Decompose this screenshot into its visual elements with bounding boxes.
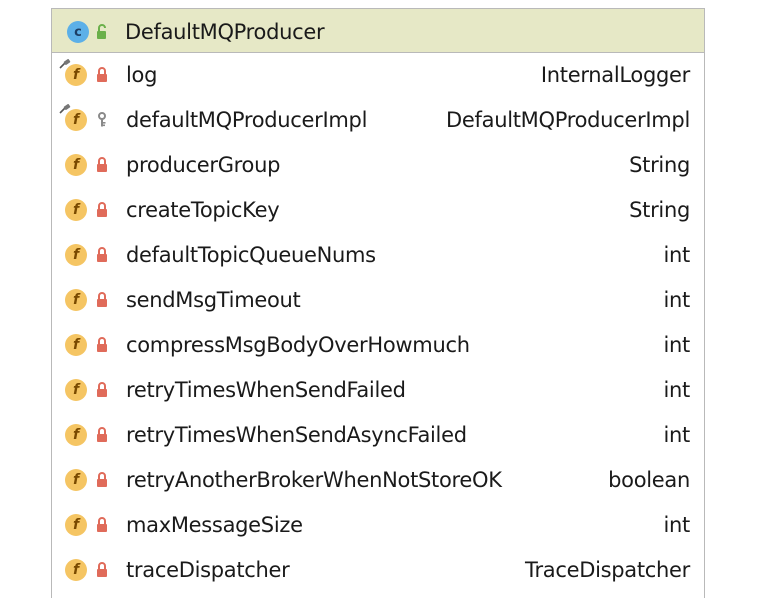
lock-icon <box>97 157 107 172</box>
field-type: boolean <box>608 468 690 492</box>
field-type: String <box>629 198 690 222</box>
field-row[interactable]: f createTopicKey String <box>52 188 704 233</box>
field-name: defaultMQProducerImpl <box>126 108 368 132</box>
field-row[interactable]: f producerGroup String <box>52 143 704 188</box>
field-name: retryAnotherBrokerWhenNotStoreOK <box>126 468 502 492</box>
field-row[interactable]: f maxMessageSize int <box>52 503 704 548</box>
field-icon: f <box>65 379 87 401</box>
field-type: int <box>663 333 691 357</box>
field-icon: f <box>65 199 87 221</box>
field-icon: f <box>65 469 87 491</box>
class-header[interactable]: c DefaultMQProducer <box>52 9 704 53</box>
lock-icon <box>97 292 107 307</box>
field-row[interactable]: f defaultMQProducerImpl DefaultMQProducerI… <box>52 98 704 143</box>
field-name: sendMsgTimeout <box>126 288 301 312</box>
field-type: int <box>663 378 691 402</box>
field-row[interactable]: f retryTimesWhenSendAsyncFailed int <box>52 413 704 458</box>
lock-icon <box>97 67 107 82</box>
field-type: InternalLogger <box>540 63 690 87</box>
field-row[interactable]: f sendMsgTimeout int <box>52 278 704 323</box>
lock-icon <box>97 517 107 532</box>
lock-icon <box>97 427 107 442</box>
public-access-icon <box>97 24 106 39</box>
field-type: String <box>629 153 690 177</box>
lock-icon <box>97 337 107 352</box>
field-icon: f <box>65 334 87 356</box>
key-icon <box>98 112 106 127</box>
field-icon: f <box>65 514 87 536</box>
field-icon: f <box>65 559 87 581</box>
lock-icon <box>97 562 107 577</box>
field-row[interactable]: f defaultTopicQueueNums int <box>52 233 704 278</box>
class-icon: c <box>67 21 89 43</box>
field-list: f log InternalLogger f defaultMQProducerImpl… <box>52 53 704 593</box>
static-pin-icon <box>59 59 71 69</box>
lock-icon <box>97 382 107 397</box>
class-title: DefaultMQProducer <box>125 20 325 44</box>
field-type: int <box>663 243 691 267</box>
field-name: producerGroup <box>126 153 281 177</box>
field-type: int <box>663 513 691 537</box>
static-pin-icon <box>59 104 71 114</box>
lock-icon <box>97 472 107 487</box>
field-type: int <box>663 423 691 447</box>
lock-icon <box>97 202 107 217</box>
field-name: createTopicKey <box>126 198 280 222</box>
field-row[interactable]: f log InternalLogger <box>52 53 704 98</box>
field-name: retryTimesWhenSendFailed <box>126 378 406 402</box>
field-type: DefaultMQProducerImpl <box>446 108 690 132</box>
field-name: traceDispatcher <box>126 558 290 582</box>
field-name: retryTimesWhenSendAsyncFailed <box>126 423 467 447</box>
field-icon: f <box>65 154 87 176</box>
class-structure-panel: c DefaultMQProducer f log InternalLogger f d… <box>51 8 705 598</box>
field-row[interactable]: f retryAnotherBrokerWhenNotStoreOK boolean <box>52 458 704 503</box>
field-type: TraceDispatcher <box>525 558 690 582</box>
field-icon: f <box>65 289 87 311</box>
field-name: defaultTopicQueueNums <box>126 243 376 267</box>
field-name: log <box>126 63 158 87</box>
field-name: compressMsgBodyOverHowmuch <box>126 333 470 357</box>
field-icon: f <box>65 424 87 446</box>
lock-icon <box>97 247 107 262</box>
field-row[interactable]: f compressMsgBodyOverHowmuch int <box>52 323 704 368</box>
field-name: maxMessageSize <box>126 513 303 537</box>
field-type: int <box>663 288 691 312</box>
field-row[interactable]: f retryTimesWhenSendFailed int <box>52 368 704 413</box>
field-icon: f <box>65 244 87 266</box>
field-row[interactable]: f traceDispatcher TraceDispatcher <box>52 548 704 593</box>
